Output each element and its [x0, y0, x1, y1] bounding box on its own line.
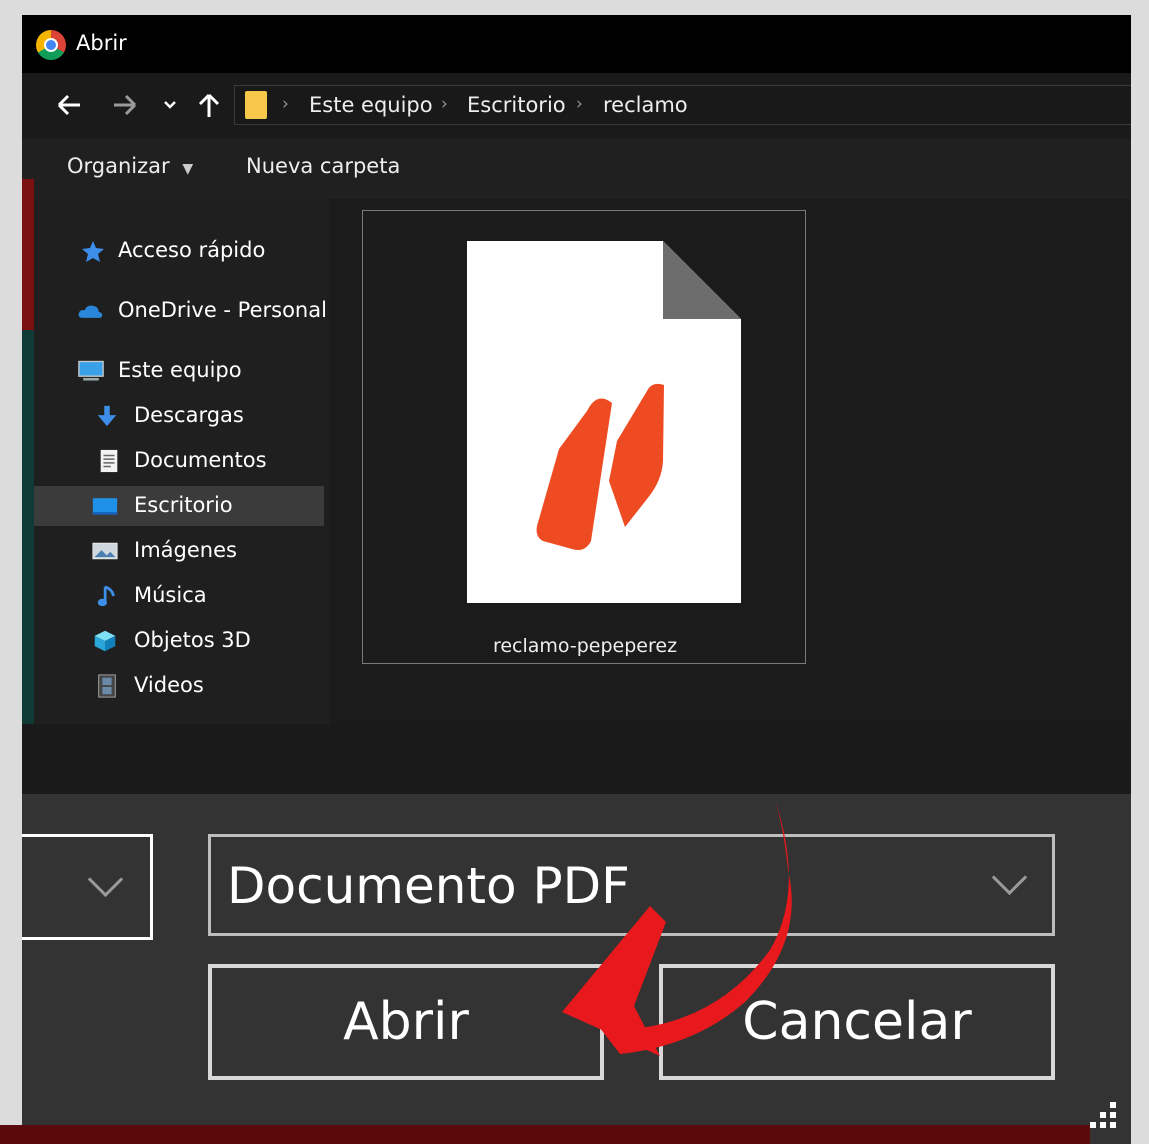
sidebar-item-label: Escritorio [134, 493, 233, 517]
breadcrumb-escritorio[interactable]: Escritorio [467, 93, 566, 117]
navigation-bar: › Este equipo › Escritorio › reclamo [22, 73, 1131, 139]
open-button[interactable]: Abrir [208, 964, 604, 1080]
background-strip [22, 330, 34, 724]
sidebar-item-descargas[interactable]: Descargas [34, 396, 324, 436]
arrow-right-icon [114, 94, 137, 116]
breadcrumb-separator: › [441, 94, 448, 114]
recent-locations-button[interactable] [160, 87, 180, 123]
file-name: reclamo-pepeperez [492, 635, 678, 657]
image-icon [92, 542, 118, 560]
sidebar-item-documentos[interactable]: Documentos [34, 441, 324, 481]
arrow-up-icon [198, 93, 220, 117]
file-name-combobox[interactable] [22, 834, 153, 940]
breadcrumb-reclamo[interactable]: reclamo [603, 93, 688, 117]
file-type-value: Documento PDF [227, 857, 630, 915]
desktop-icon [92, 498, 118, 515]
cancel-button[interactable]: Cancelar [659, 964, 1055, 1080]
breadcrumb-separator: › [282, 94, 289, 114]
command-toolbar: Organizar ▼ Nueva carpeta [22, 139, 1131, 199]
chevron-down-icon [164, 101, 176, 109]
sidebar-item-label: OneDrive - Personal [118, 298, 327, 322]
file-type-select[interactable]: Documento PDF [208, 834, 1055, 936]
organize-button[interactable]: Organizar ▼ [67, 154, 193, 178]
new-folder-button[interactable]: Nueva carpeta [246, 154, 400, 178]
dialog-spacer [22, 724, 1131, 794]
breadcrumb-este-equipo[interactable]: Este equipo [309, 93, 433, 117]
sidebar-item-label: Videos [134, 673, 204, 697]
file-list-view: reclamo-pepeperez [332, 199, 1131, 724]
chevron-down-icon [87, 861, 124, 898]
sidebar-item-imagenes[interactable]: Imágenes [34, 531, 324, 571]
navigation-pane: Acceso rápido OneDrive - Personal Este e… [34, 199, 330, 724]
caret-down-icon: ▼ [182, 161, 194, 177]
breadcrumb-separator: › [576, 94, 583, 114]
sidebar-item-este-equipo[interactable]: Este equipo [34, 351, 324, 391]
star-icon [82, 241, 104, 262]
sidebar-item-onedrive[interactable]: OneDrive - Personal [34, 291, 327, 331]
sidebar-item-musica[interactable]: Música [34, 576, 324, 616]
arrow-left-icon [57, 94, 80, 116]
file-item[interactable]: reclamo-pepeperez [362, 210, 806, 664]
computer-icon [78, 360, 104, 381]
background-strip [0, 1125, 1090, 1144]
title-bar: Abrir [22, 15, 1131, 73]
chevron-down-icon [991, 859, 1028, 896]
dialog-footer: Documento PDF Abrir Cancelar [22, 794, 1131, 1144]
sidebar-item-label: Descargas [134, 403, 244, 427]
address-bar[interactable]: › Este equipo › Escritorio › reclamo [234, 85, 1131, 125]
sidebar-item-label: Documentos [134, 448, 267, 472]
film-icon [98, 674, 116, 698]
folder-icon [245, 91, 267, 119]
sidebar-item-acceso-rapido[interactable]: Acceso rápido [34, 231, 324, 271]
sidebar-item-escritorio[interactable]: Escritorio [34, 486, 324, 526]
window-title: Abrir [76, 31, 127, 55]
sidebar-item-label: Imágenes [134, 538, 237, 562]
sidebar-item-objetos-3d[interactable]: Objetos 3D [34, 621, 324, 661]
back-button[interactable] [54, 87, 84, 123]
sidebar-item-videos[interactable]: Videos [34, 666, 324, 706]
chrome-icon [36, 30, 66, 60]
document-icon [100, 449, 118, 473]
pdf-file-icon [467, 241, 741, 603]
sidebar-item-label: Música [134, 583, 207, 607]
open-file-dialog: Abrir › Este equipo › Escritorio › recla… [22, 15, 1131, 1144]
download-icon [97, 405, 117, 427]
sidebar-item-label: Acceso rápido [118, 238, 266, 262]
sidebar-item-label: Objetos 3D [134, 628, 251, 652]
forward-button[interactable] [110, 87, 140, 123]
music-icon [97, 585, 115, 607]
up-button[interactable] [194, 87, 224, 123]
organize-label: Organizar [67, 154, 170, 178]
sidebar-item-label: Este equipo [118, 358, 242, 382]
cloud-icon [78, 305, 103, 318]
cube-icon [94, 630, 116, 652]
